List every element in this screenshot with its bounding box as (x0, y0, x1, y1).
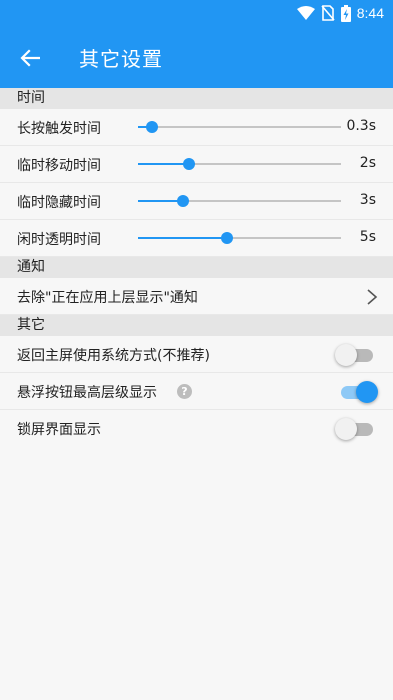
long-press-slider[interactable] (138, 121, 341, 133)
section-header-other: 其它 (0, 315, 393, 336)
wifi-icon (296, 6, 315, 20)
slider-thumb[interactable] (146, 121, 159, 133)
system-home-toggle[interactable] (335, 344, 375, 366)
temp-move-slider[interactable] (138, 158, 341, 170)
setting-label: 临时隐藏时间 (17, 195, 101, 211)
slider-row-temp-move: 临时移动时间 2s (0, 146, 393, 183)
toggle-row-top-layer: 悬浮按钮最高层级显示 ? (0, 373, 393, 410)
chevron-right-icon (367, 289, 378, 305)
slider-row-long-press: 长按触发时间 0.3s (0, 109, 393, 146)
slider-value: 5s (359, 229, 376, 245)
toggle-thumb (335, 344, 357, 366)
no-sim-icon (321, 5, 335, 21)
toggle-row-lockscreen: 锁屏界面显示 (0, 410, 393, 447)
setting-label: 悬浮按钮最高层级显示 (17, 385, 157, 401)
slider-thumb[interactable] (182, 158, 195, 170)
status-time: 8:44 (356, 5, 384, 21)
slider-thumb[interactable] (221, 232, 234, 244)
status-icons: 8:44 (296, 3, 384, 23)
setting-label: 锁屏界面显示 (17, 422, 101, 438)
slider-row-idle-transparent: 闲时透明时间 5s (0, 220, 393, 257)
top-bar: 8:44 其它设置 (0, 0, 393, 88)
back-button[interactable] (14, 42, 46, 74)
toggle-thumb (335, 418, 357, 440)
section-header-time: 时间 (0, 88, 393, 109)
setting-label: 临时移动时间 (17, 158, 101, 174)
help-icon[interactable]: ? (177, 384, 192, 399)
slider-value: 2s (359, 155, 376, 171)
back-arrow-icon (20, 49, 40, 67)
toggle-thumb (356, 381, 378, 403)
slider-value: 3s (359, 192, 376, 208)
toggle-row-system-home: 返回主屏使用系统方式(不推荐) (0, 336, 393, 373)
slider-fill (138, 237, 228, 239)
app-bar: 其它设置 (0, 28, 393, 88)
status-bar: 8:44 (0, 0, 393, 28)
lockscreen-toggle[interactable] (335, 418, 375, 440)
setting-label: 长按触发时间 (17, 121, 101, 137)
battery-charging-icon (340, 4, 351, 22)
page-title: 其它设置 (79, 47, 163, 71)
setting-label: 去除"正在应用上层显示"通知 (17, 290, 198, 306)
slider-row-temp-hide: 临时隐藏时间 3s (0, 183, 393, 220)
settings-list: 时间 长按触发时间 0.3s 临时移动时间 2s 临时隐藏时间 3s 闲时透明时… (0, 88, 393, 447)
idle-transparent-slider[interactable] (138, 232, 341, 244)
top-layer-toggle[interactable] (339, 381, 378, 403)
slider-fill (138, 163, 189, 165)
slider-thumb[interactable] (176, 195, 189, 207)
temp-hide-slider[interactable] (138, 195, 341, 207)
section-header-notify: 通知 (0, 257, 393, 278)
remove-overlay-notification-item[interactable]: 去除"正在应用上层显示"通知 (0, 278, 393, 315)
setting-label: 返回主屏使用系统方式(不推荐) (17, 348, 210, 364)
setting-label: 闲时透明时间 (17, 232, 101, 248)
slider-track (138, 126, 341, 128)
slider-value: 0.3s (346, 118, 376, 134)
slider-fill (138, 200, 183, 202)
